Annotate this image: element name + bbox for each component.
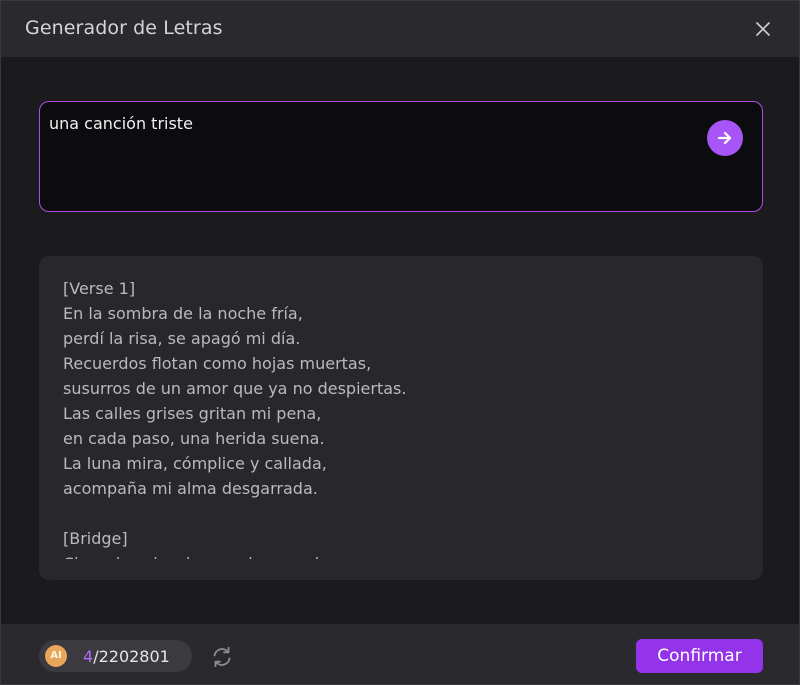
dialog-title: Generador de Letras bbox=[25, 17, 223, 39]
send-button[interactable] bbox=[707, 120, 743, 156]
prompt-input[interactable]: una canción triste bbox=[39, 101, 763, 212]
dialog-header: Generador de Letras bbox=[1, 1, 799, 57]
confirm-button[interactable]: Confirmar bbox=[636, 639, 763, 673]
lyrics-output-panel[interactable]: [Verse 1] En la sombra de la noche fría,… bbox=[39, 256, 763, 580]
refresh-button[interactable] bbox=[209, 644, 235, 670]
credits-text: 4/2202801 bbox=[83, 647, 170, 666]
credits-used: 4 bbox=[83, 647, 94, 666]
close-button[interactable] bbox=[747, 13, 779, 45]
dialog-footer: AI 4/2202801 Confirmar bbox=[1, 624, 799, 684]
ai-credits-icon: AI bbox=[45, 645, 67, 667]
credits-counter: AI 4/2202801 bbox=[39, 640, 192, 672]
refresh-icon bbox=[213, 646, 231, 668]
arrow-right-icon bbox=[717, 131, 732, 145]
credits-total: /2202801 bbox=[93, 647, 170, 666]
lyrics-generator-dialog: Generador de Letras una canción triste [… bbox=[0, 0, 800, 685]
lyrics-text: [Verse 1] En la sombra de la noche fría,… bbox=[63, 279, 407, 559]
close-icon bbox=[756, 22, 770, 36]
prompt-input-value: una canción triste bbox=[49, 114, 193, 133]
